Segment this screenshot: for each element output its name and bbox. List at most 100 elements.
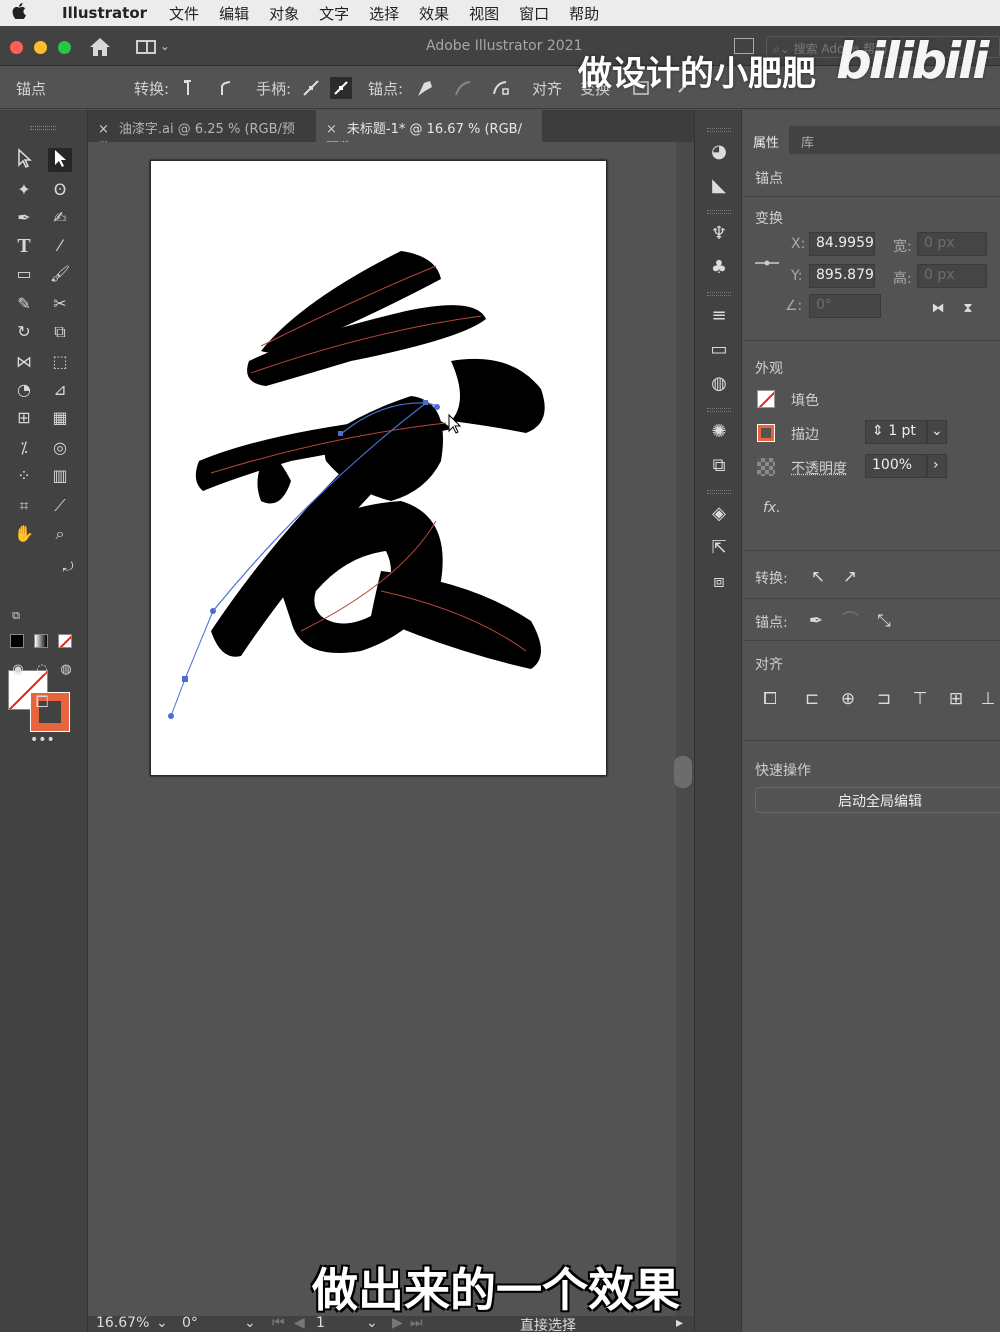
hide-handles-icon[interactable] bbox=[330, 77, 352, 99]
screen-mode-icon[interactable]: ⧠ bbox=[30, 690, 54, 714]
close-window-button[interactable] bbox=[10, 41, 23, 54]
dock-grip[interactable] bbox=[707, 408, 731, 412]
tab-document-1[interactable]: ×油漆字.ai @ 6.25 % (RGB/预览) bbox=[88, 110, 310, 156]
opacity-arrow[interactable]: › bbox=[927, 454, 947, 478]
zoom-tool-icon[interactable]: ⌕ bbox=[48, 522, 72, 546]
paintbrush-tool-icon[interactable]: 🖌 bbox=[48, 262, 72, 286]
line-tool-icon[interactable]: ⁄ bbox=[48, 234, 72, 258]
menu-help[interactable]: 帮助 bbox=[569, 3, 599, 24]
stepper-icon[interactable]: ⇕ bbox=[872, 423, 888, 439]
gradient-tool-icon[interactable]: ▦ bbox=[48, 406, 72, 430]
align-top-icon[interactable]: ⊤ bbox=[909, 688, 931, 710]
color-mode-button[interactable] bbox=[10, 634, 24, 648]
apple-icon[interactable] bbox=[0, 3, 38, 23]
start-global-edit-button[interactable]: 启动全局编辑 bbox=[755, 787, 1000, 813]
convert-to-corner-icon[interactable] bbox=[180, 77, 202, 99]
connect-anchor-icon[interactable]: ⌒ bbox=[839, 610, 861, 632]
dock-grip[interactable] bbox=[707, 210, 731, 214]
shape-builder-tool-icon[interactable]: ◔ bbox=[12, 378, 36, 402]
pen-tool-icon[interactable]: ✒ bbox=[12, 206, 36, 230]
scrollbar-thumb[interactable] bbox=[674, 756, 692, 788]
dock-grip[interactable] bbox=[707, 128, 731, 132]
none-mode-button[interactable] bbox=[58, 634, 72, 648]
scissors-tool-icon[interactable]: ✂ bbox=[48, 292, 72, 316]
minimize-window-button[interactable] bbox=[34, 41, 47, 54]
show-handles-icon[interactable] bbox=[300, 77, 322, 99]
perspective-grid-tool-icon[interactable]: ⊿ bbox=[48, 378, 72, 402]
cut-at-anchor-icon[interactable]: ⤡ bbox=[873, 610, 895, 632]
fill-label[interactable]: 填色 bbox=[791, 390, 819, 410]
menu-file[interactable]: 文件 bbox=[169, 3, 199, 24]
edit-toolbar-icon[interactable]: ••• bbox=[30, 728, 55, 752]
stroke-weight-input[interactable]: ⇕ 1 pt bbox=[865, 420, 927, 444]
gradient-panel-icon[interactable]: ▭ bbox=[707, 338, 731, 362]
selection-tool-icon[interactable] bbox=[12, 148, 36, 172]
transparency-panel-icon[interactable]: ◍ bbox=[707, 372, 731, 396]
swap-fill-stroke-icon[interactable]: ⤾ bbox=[56, 556, 80, 580]
menu-edit[interactable]: 编辑 bbox=[219, 3, 249, 24]
tab-properties[interactable]: 属性 bbox=[743, 126, 790, 154]
brushes-panel-icon[interactable]: ♆ bbox=[707, 222, 731, 246]
default-fill-stroke-icon[interactable]: ⧉ bbox=[4, 604, 28, 628]
dock-grip[interactable] bbox=[707, 490, 731, 494]
opacity-swatch[interactable] bbox=[757, 458, 775, 476]
home-icon[interactable] bbox=[88, 36, 112, 58]
stroke-color-swatch[interactable] bbox=[757, 424, 775, 442]
artboards-panel-icon[interactable]: ⧈ bbox=[707, 570, 731, 594]
tab-document-2[interactable]: ×未标题-1* @ 16.67 % (RGB/预览) bbox=[316, 110, 542, 156]
align-vertical-center-icon[interactable]: ⊞ bbox=[945, 688, 967, 710]
artwork-calligraphy[interactable] bbox=[151, 161, 608, 777]
flip-horizontal-icon[interactable]: ⧓ bbox=[927, 298, 949, 320]
vertical-scrollbar[interactable] bbox=[676, 142, 694, 1316]
type-tool-icon[interactable]: T bbox=[12, 234, 36, 258]
zoom-level-input[interactable]: 16.67% bbox=[96, 1315, 149, 1331]
dock-grip[interactable] bbox=[707, 292, 731, 296]
opacity-input[interactable]: 100% bbox=[865, 454, 927, 478]
fill-color-swatch[interactable] bbox=[757, 390, 775, 408]
menu-type[interactable]: 文字 bbox=[319, 3, 349, 24]
appearance-panel-icon[interactable]: ✺ bbox=[707, 420, 731, 444]
panel-grip[interactable] bbox=[30, 126, 56, 130]
graphic-styles-panel-icon[interactable]: ⧉ bbox=[707, 454, 731, 478]
rotation-view-input[interactable]: 0° bbox=[182, 1315, 198, 1331]
shaper-tool-icon[interactable]: ✎ bbox=[12, 292, 36, 316]
convert-corner-icon[interactable]: ↖ bbox=[807, 566, 829, 588]
opacity-label[interactable]: 不透明度 bbox=[791, 458, 847, 478]
slice-tool-icon[interactable]: ⟋ bbox=[48, 494, 72, 518]
workspace-switcher[interactable]: ⌄ bbox=[136, 39, 180, 55]
color-guide-panel-icon[interactable]: ◣ bbox=[707, 174, 731, 198]
align-to-icon[interactable]: ⧠ bbox=[759, 688, 781, 710]
close-icon[interactable]: × bbox=[326, 122, 337, 137]
eyedropper-tool-icon[interactable]: ⁒ bbox=[12, 436, 36, 460]
height-input[interactable]: 0 px bbox=[917, 264, 987, 288]
symbol-sprayer-tool-icon[interactable]: ⁘ bbox=[12, 464, 36, 488]
fx-button[interactable]: fx. bbox=[763, 500, 781, 516]
menu-effect[interactable]: 效果 bbox=[419, 3, 449, 24]
menu-app-name[interactable]: Illustrator bbox=[62, 4, 147, 22]
align-right-icon[interactable]: ⊐ bbox=[873, 688, 895, 710]
rotation-input[interactable]: 0° bbox=[809, 294, 881, 318]
align-left-icon[interactable]: ⊏ bbox=[801, 688, 823, 710]
connect-anchors-icon[interactable] bbox=[452, 77, 474, 99]
align-link[interactable]: 对齐 bbox=[532, 78, 562, 99]
flip-vertical-icon[interactable]: ⧗ bbox=[957, 298, 979, 320]
chevron-down-icon[interactable]: ⌄ bbox=[244, 1315, 256, 1331]
curvature-tool-icon[interactable]: ✍ bbox=[48, 206, 72, 230]
menu-object[interactable]: 对象 bbox=[269, 3, 299, 24]
y-position-input[interactable]: 895.879 bbox=[809, 264, 875, 288]
stroke-label[interactable]: 描边 bbox=[791, 424, 819, 444]
cut-path-icon[interactable] bbox=[490, 77, 512, 99]
draw-inside-icon[interactable]: ◍ bbox=[54, 658, 78, 682]
remove-anchor-icon[interactable] bbox=[414, 77, 436, 99]
scale-tool-icon[interactable]: ⧉ bbox=[48, 320, 72, 344]
magic-wand-tool-icon[interactable]: ✦ bbox=[12, 178, 36, 202]
stroke-weight-dropdown[interactable]: ⌄ bbox=[927, 420, 947, 444]
stroke-panel-icon[interactable]: ≡ bbox=[707, 304, 731, 328]
blend-tool-icon[interactable]: ◎ bbox=[48, 436, 72, 460]
direct-selection-tool-icon[interactable] bbox=[48, 148, 72, 172]
width-tool-icon[interactable]: ⋈ bbox=[12, 350, 36, 374]
lasso-tool-icon[interactable]: ʘ bbox=[48, 178, 72, 202]
hand-tool-icon[interactable]: ✋ bbox=[12, 522, 36, 546]
gradient-mode-button[interactable] bbox=[34, 634, 48, 648]
tab-libraries[interactable]: 库 bbox=[791, 126, 824, 154]
